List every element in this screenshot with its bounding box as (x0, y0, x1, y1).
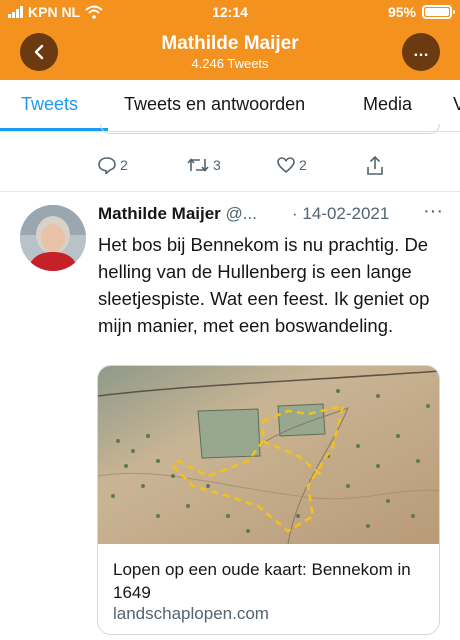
like-count: 2 (299, 157, 307, 173)
tab-tweets-and-replies[interactable]: Tweets en antwoorden (124, 94, 305, 115)
card-image (98, 366, 439, 544)
retweet-button[interactable]: 3 (186, 155, 221, 175)
author-handle[interactable]: @... (226, 204, 257, 223)
card-title: Lopen op een oude kaart: Bennekom in 164… (113, 560, 411, 602)
tweet-divider (0, 191, 460, 192)
tweet-header: Mathilde Maijer @... · 14-02-2021 ··· (98, 200, 443, 224)
share-button[interactable] (365, 155, 385, 177)
heart-icon (277, 157, 295, 173)
share-icon (367, 155, 383, 175)
retweet-icon (187, 158, 209, 172)
previous-tweet-actions: 2 3 2 (97, 155, 397, 181)
tweet-count: 4.246 Tweets (191, 56, 269, 71)
avatar[interactable] (20, 205, 86, 271)
more-icon: … (413, 43, 429, 60)
previous-tweet-card-edge (100, 124, 440, 134)
tweet-more-button[interactable]: ··· (423, 200, 443, 223)
reply-icon (98, 157, 116, 175)
reply-count: 2 (120, 157, 128, 173)
more-options-button[interactable]: … (402, 33, 440, 71)
status-bar: KPN NL 12:14 95% (0, 0, 460, 26)
tweet-date[interactable]: · 14-02-2021 (292, 204, 389, 224)
battery-label: 95% (387, 4, 416, 20)
retweet-count: 3 (213, 157, 221, 173)
profile-header: KPN NL 12:14 95% Mathilde Maijer 4.246 T… (0, 0, 460, 80)
card-domain: landschaplopen.com (113, 604, 269, 623)
reply-button[interactable]: 2 (97, 155, 128, 175)
battery-icon (422, 5, 455, 19)
tab-media[interactable]: Media (363, 94, 412, 115)
link-card[interactable]: Lopen op een oude kaart: Bennekom in 164… (97, 365, 440, 635)
tweet-text: Het bos bij Bennekom is nu prachtig. De … (98, 234, 430, 336)
header-title-block: Mathilde Maijer 4.246 Tweets (0, 33, 460, 71)
active-tab-indicator (0, 128, 108, 131)
tab-tweets[interactable]: Tweets (21, 94, 78, 115)
like-button[interactable]: 2 (276, 155, 307, 175)
tab-likes[interactable]: V (453, 94, 460, 115)
page-title: Mathilde Maijer (161, 33, 299, 54)
avatar-image (20, 205, 86, 271)
author-name[interactable]: Mathilde Maijer (98, 204, 221, 223)
